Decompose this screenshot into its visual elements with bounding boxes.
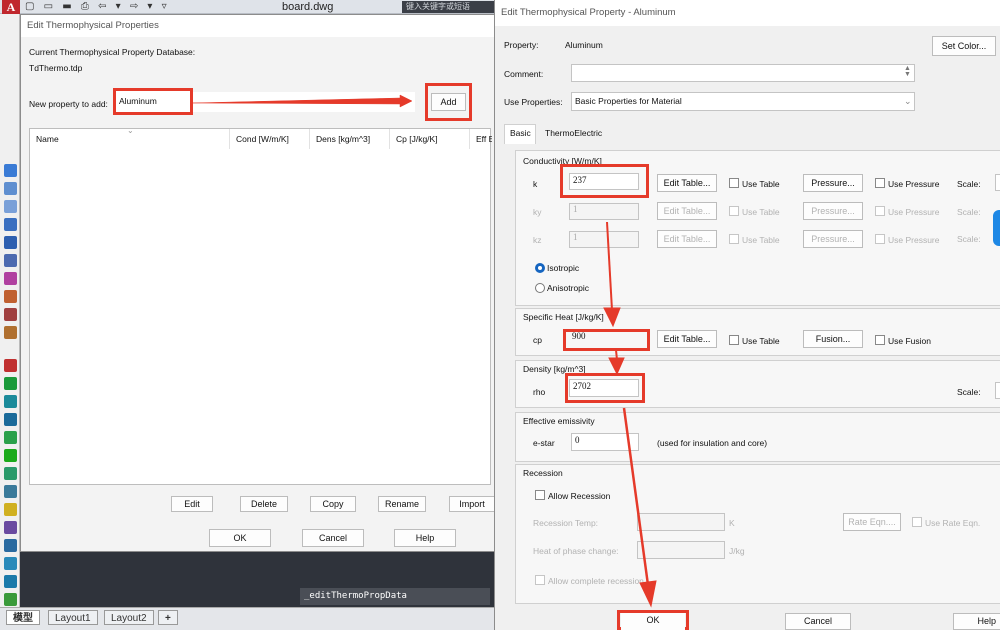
arrow-to-add-icon	[191, 94, 413, 108]
arrow-k-to-cp-icon	[606, 221, 613, 311]
arrow-to-ok-icon	[622, 407, 650, 586]
arrow-cp-to-rho-head-icon	[608, 357, 625, 376]
arrow-k-to-cp-head-icon	[603, 307, 621, 328]
annotation-arrows	[191, 94, 657, 608]
arrow-to-ok-head-icon	[639, 580, 657, 608]
